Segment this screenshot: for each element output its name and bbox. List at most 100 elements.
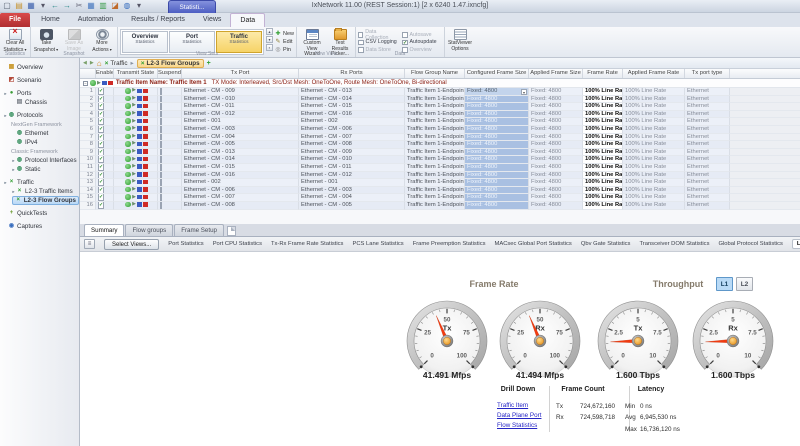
ribbon-tab-results-reports[interactable]: Results / Reports [122, 13, 194, 27]
table-row[interactable]: 3✓▶Ethernet - CM - 011Ethernet - CM - 01… [80, 103, 800, 111]
tx-port-type-cell[interactable]: Ethernet [685, 103, 730, 111]
rx-ports-cell[interactable]: Ethernet - CM - 009 [299, 149, 405, 157]
suspend-cell[interactable] [158, 172, 182, 180]
frame-rate-cell[interactable]: 100% Line Rate [583, 96, 623, 104]
configured-frame-size-cell[interactable]: Fixed: 4800 [465, 118, 529, 126]
suspend-cell[interactable] [158, 202, 182, 210]
frame-rate-cell[interactable]: 100% Line Rate [583, 149, 623, 157]
applied-frame-rate-cell[interactable]: 100% Line Rate [623, 103, 685, 111]
frame-rate-cell[interactable]: 100% Line Rate [583, 111, 623, 119]
sidebar-item-ethernet[interactable]: ◍Ethernet [0, 129, 79, 138]
tx-port-cell[interactable]: Ethernet - CM - 004 [182, 134, 299, 142]
breadcrumb-traffic[interactable]: ×Traffic [105, 60, 128, 67]
tx-port-type-cell[interactable]: Ethernet [685, 118, 730, 126]
applied-frame-rate-cell[interactable]: 100% Line Rate [623, 126, 685, 134]
select-views-button[interactable]: Select Views... [104, 239, 159, 250]
configured-frame-size-cell[interactable]: Fixed: 4800 [465, 187, 529, 195]
frame-rate-cell[interactable]: 100% Line Rate [583, 88, 623, 96]
configured-frame-size-cell[interactable]: Fixed: 4800 [465, 164, 529, 172]
enabled-cell[interactable]: ✓ [96, 179, 114, 187]
ribbon-tab-automation[interactable]: Automation [69, 13, 122, 27]
column-header-suspend[interactable]: Suspend [158, 69, 182, 78]
save-icon[interactable]: ▦ [26, 1, 36, 11]
enabled-cell[interactable]: ✓ [96, 156, 114, 164]
chart-icon[interactable]: ▥ [98, 1, 108, 11]
ribbon-tab-file[interactable]: File [0, 13, 30, 27]
table-row[interactable]: 16✓▶Ethernet - CM - 008Ethernet - CM - 0… [80, 202, 800, 210]
suspend-checkbox[interactable] [160, 134, 162, 141]
rx-ports-cell[interactable]: Ethernet - CM - 006 [299, 126, 405, 134]
enabled-cell[interactable]: ✓ [96, 187, 114, 195]
applied-frame-rate-cell[interactable]: 100% Line Rate [623, 118, 685, 126]
applied-frame-size-cell[interactable]: Fixed: 4800 [529, 194, 583, 202]
enabled-checkbox[interactable]: ✓ [98, 111, 104, 118]
configured-frame-size-cell[interactable]: Fixed: 4800 [465, 156, 529, 164]
applied-frame-rate-cell[interactable]: 100% Line Rate [623, 164, 685, 172]
view-set-traffic[interactable]: TrafficStatistics [216, 31, 262, 53]
suspend-checkbox[interactable] [160, 126, 162, 133]
tx-port-type-cell[interactable]: Ethernet [685, 164, 730, 172]
enabled-checkbox[interactable]: ✓ [98, 149, 104, 156]
drill-down-link-traffic-item[interactable]: Traffic Item [497, 402, 541, 409]
new-sheet-icon[interactable] [227, 226, 236, 236]
selected-item-highlight[interactable]: ×L2-3 Flow Groups [12, 196, 79, 205]
column-header-configured-frame-size[interactable]: Configured Frame Size [465, 69, 529, 78]
rx-ports-cell[interactable]: Ethernet - 002 [299, 118, 405, 126]
suspend-cell[interactable] [158, 134, 182, 142]
drill-down-link-flow-statistics[interactable]: Flow Statistics [497, 422, 541, 429]
edit-button[interactable]: ✎Edit [275, 38, 294, 45]
applied-frame-size-cell[interactable]: Fixed: 4800 [529, 141, 583, 149]
suspend-checkbox[interactable] [160, 141, 162, 148]
suspend-cell[interactable] [158, 194, 182, 202]
sidebar-item-static[interactable]: ▸◍Static [0, 165, 79, 174]
flow-group-name-cell[interactable]: Traffic Item 1-EndpointSet... [405, 156, 465, 164]
applied-frame-rate-cell[interactable]: 100% Line Rate [623, 111, 685, 119]
stat-tab-transceiver-dom-statistics[interactable]: Transceiver DOM Statistics [639, 241, 709, 247]
cut-icon[interactable]: ✂ [74, 1, 84, 11]
views-menu-button[interactable]: ≡ [84, 239, 95, 249]
column-header-flow-group-name[interactable]: Flow Group Name [405, 69, 465, 78]
tx-port-cell[interactable]: Ethernet - CM - 005 [182, 141, 299, 149]
flow-group-name-cell[interactable]: Traffic Item 1-EndpointSet... [405, 134, 465, 142]
applied-frame-size-cell[interactable]: Fixed: 4800 [529, 88, 583, 96]
tx-port-type-cell[interactable]: Ethernet [685, 187, 730, 195]
enabled-checkbox[interactable]: ✓ [98, 141, 104, 148]
tx-port-cell[interactable]: Ethernet - CM - 015 [182, 164, 299, 172]
table-row[interactable]: 2✓▶Ethernet - CM - 010Ethernet - CM - 01… [80, 96, 800, 104]
sidebar-item-l2-3-traffic-items[interactable]: ▸×L2-3 Traffic Items [0, 187, 79, 196]
checkbox-autosave[interactable]: Autosave [402, 31, 442, 39]
table-row[interactable]: 14✓▶Ethernet - CM - 006Ethernet - CM - 0… [80, 187, 800, 195]
suspend-cell[interactable] [158, 149, 182, 157]
stat-tab-global-protocol-statistics[interactable]: Global Protocol Statistics [718, 241, 782, 247]
tx-port-cell[interactable]: Ethernet - CM - 016 [182, 172, 299, 180]
frame-rate-cell[interactable]: 100% Line Rate [583, 172, 623, 180]
ribbon-tab-data[interactable]: Data [230, 13, 265, 27]
column-header-frame-rate[interactable]: Frame Rate [583, 69, 623, 78]
configured-frame-size-cell[interactable]: Fixed: 4800 [465, 202, 529, 210]
tx-port-cell[interactable]: Ethernet - CM - 003 [182, 126, 299, 134]
flow-group-name-cell[interactable]: Traffic Item 1-EndpointSet... [405, 111, 465, 119]
checkbox-box[interactable] [402, 32, 408, 38]
enabled-cell[interactable]: ✓ [96, 149, 114, 157]
frame-rate-cell[interactable]: 100% Line Rate [583, 194, 623, 202]
suspend-checkbox[interactable] [160, 118, 162, 125]
applied-frame-rate-cell[interactable]: 100% Line Rate [623, 202, 685, 210]
enabled-checkbox[interactable]: ✓ [98, 126, 104, 133]
table-row[interactable]: 11✓▶Ethernet - CM - 015Ethernet - CM - 0… [80, 164, 800, 172]
statviewer-options-button[interactable]: StatViewer Options [447, 28, 473, 52]
throughput-toggle-l1[interactable]: L1 [716, 277, 733, 291]
table-row[interactable]: 8✓▶Ethernet - CM - 005Ethernet - CM - 00… [80, 141, 800, 149]
enabled-checkbox[interactable]: ✓ [98, 103, 104, 110]
tx-port-type-cell[interactable]: Ethernet [685, 172, 730, 180]
add-icon[interactable]: + [207, 60, 211, 67]
enabled-cell[interactable]: ✓ [96, 141, 114, 149]
rx-ports-cell[interactable]: Ethernet - CM - 015 [299, 103, 405, 111]
rx-ports-cell[interactable]: Ethernet - CM - 004 [299, 194, 405, 202]
configured-frame-size-cell[interactable]: Fixed: 4800 [465, 96, 529, 104]
frame-rate-cell[interactable]: 100% Line Rate [583, 134, 623, 142]
table-row[interactable]: 13✓▶Ethernet - 002Ethernet - 001Traffic … [80, 179, 800, 187]
suspend-checkbox[interactable] [160, 172, 162, 179]
flow-group-name-cell[interactable]: Traffic Item 1-EndpointSet... [405, 126, 465, 134]
suspend-cell[interactable] [158, 88, 182, 96]
applied-frame-size-cell[interactable]: Fixed: 4800 [529, 111, 583, 119]
